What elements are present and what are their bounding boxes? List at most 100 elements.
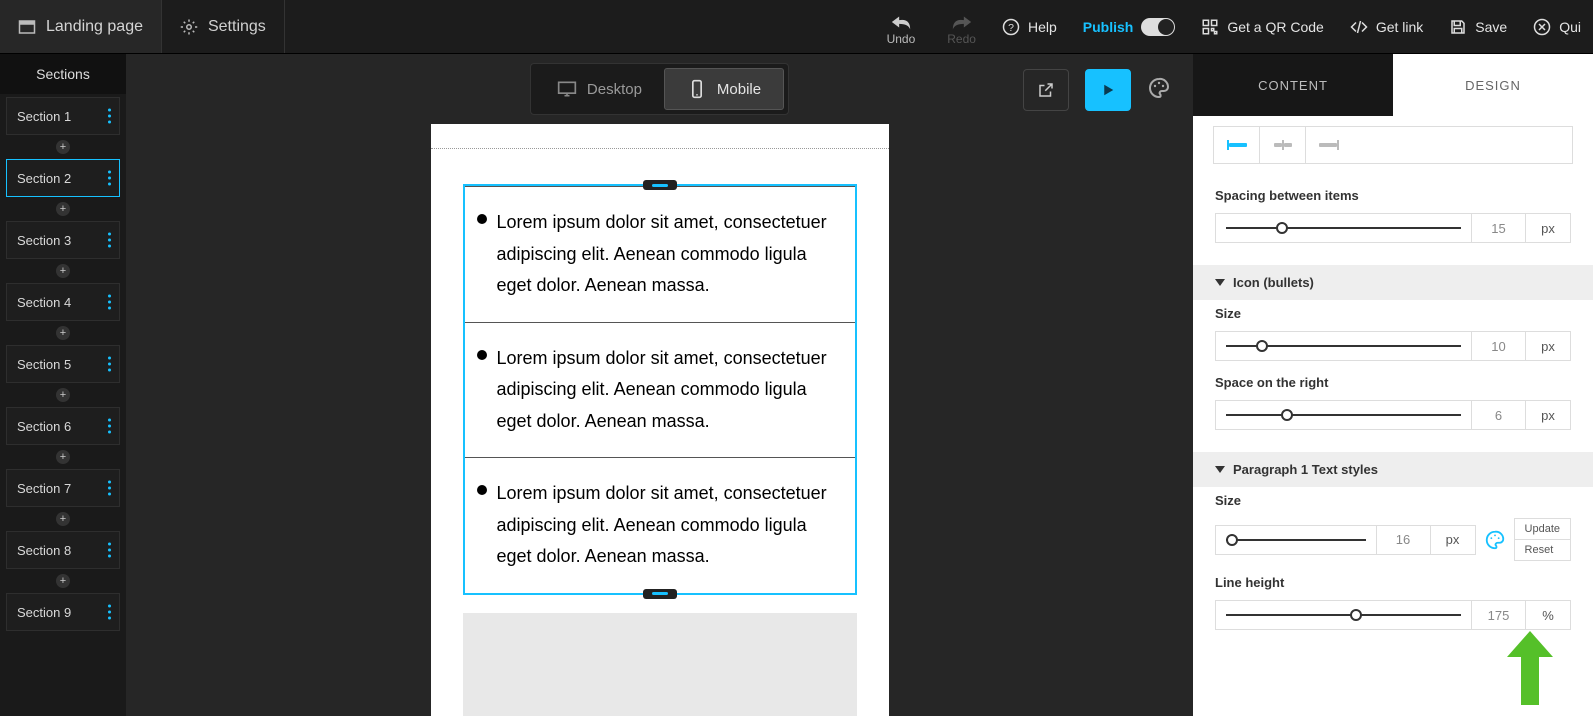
space-right-unit[interactable]: px [1525,400,1571,430]
sidebar-item-section-2[interactable]: Section 2 [6,159,120,197]
tab-design-label: DESIGN [1465,78,1521,93]
alignment-row [1213,126,1573,164]
add-section-button[interactable]: + [56,264,70,278]
sidebar-item-section-9[interactable]: Section 9 [6,593,120,631]
device-mobile-button[interactable]: Mobile [664,68,784,110]
undo-icon [890,14,912,30]
sidebar-item-section-3[interactable]: Section 3 [6,221,120,259]
device-desktop-button[interactable]: Desktop [535,68,664,110]
resize-handle-bottom[interactable] [643,589,677,599]
close-icon [1533,18,1551,36]
align-center-button[interactable] [1260,127,1306,163]
add-section-button[interactable]: + [56,388,70,402]
top-actions: Undo Redo ? Help Publish Get a QR Code G… [887,0,1593,53]
publish-toggle[interactable] [1141,18,1175,36]
more-icon[interactable] [108,171,111,186]
more-icon[interactable] [108,233,111,248]
qr-code-button[interactable]: Get a QR Code [1201,18,1324,36]
text-size-slider[interactable] [1215,525,1376,555]
tab-landing-page[interactable]: Landing page [0,0,162,53]
more-icon[interactable] [108,109,111,124]
section-label: Section 2 [17,171,71,186]
annotation-arrow [1503,627,1557,712]
save-label: Save [1475,19,1507,35]
update-button[interactable]: Update [1515,519,1570,540]
size-slider[interactable] [1215,331,1471,361]
line-height-label: Line height [1193,569,1593,600]
tab-landing-page-label: Landing page [46,18,143,36]
section-label: Section 8 [17,543,71,558]
tab-design[interactable]: DESIGN [1393,54,1593,116]
add-section-button[interactable]: + [56,326,70,340]
align-left-button[interactable] [1214,127,1260,163]
spacing-unit[interactable]: px [1525,213,1571,243]
more-icon[interactable] [108,605,111,620]
line-height-input[interactable]: 175 [1471,600,1525,630]
add-section-button[interactable]: + [56,140,70,154]
more-icon[interactable] [108,357,111,372]
tab-content[interactable]: CONTENT [1193,54,1393,116]
theme-palette-button[interactable] [1147,76,1171,105]
group-icon-bullets[interactable]: Icon (bullets) [1193,265,1593,300]
quit-label: Qui [1559,19,1581,35]
global-style-icon[interactable] [1484,529,1506,551]
list-item[interactable]: Lorem ipsum dolor sit amet, consectetuer… [465,457,855,593]
save-icon [1449,18,1467,36]
list-item[interactable]: Lorem ipsum dolor sit amet, consectetuer… [465,186,855,322]
resize-handle-top[interactable] [643,180,677,190]
open-external-button[interactable] [1023,69,1069,111]
list-item-text: Lorem ipsum dolor sit amet, consectetuer… [497,343,843,438]
sidebar-item-section-8[interactable]: Section 8 [6,531,120,569]
line-height-unit[interactable]: % [1525,600,1571,630]
redo-label: Redo [947,32,976,46]
sidebar-item-section-1[interactable]: Section 1 [6,97,120,135]
size-input[interactable]: 10 [1471,331,1525,361]
line-height-slider[interactable] [1215,600,1471,630]
add-section-button[interactable]: + [56,512,70,526]
redo-button[interactable]: Redo [947,14,976,46]
sidebar-item-section-6[interactable]: Section 6 [6,407,120,445]
svg-text:?: ? [1008,21,1014,33]
add-section-button[interactable]: + [56,450,70,464]
device-desktop-label: Desktop [587,81,642,98]
size-unit[interactable]: px [1525,331,1571,361]
quit-button[interactable]: Qui [1533,18,1581,36]
more-icon[interactable] [108,419,111,434]
text-size-input[interactable]: 16 [1376,525,1430,555]
sidebar-item-section-5[interactable]: Section 5 [6,345,120,383]
more-icon[interactable] [108,295,111,310]
sidebar-title: Sections [0,54,126,94]
selected-list-block[interactable]: Lorem ipsum dolor sit amet, consectetuer… [463,184,857,595]
list-item[interactable]: Lorem ipsum dolor sit amet, consectetuer… [465,322,855,458]
tab-settings-label: Settings [208,18,266,36]
save-button[interactable]: Save [1449,18,1507,36]
spacing-input[interactable]: 15 [1471,213,1525,243]
text-size-unit[interactable]: px [1430,525,1476,555]
spacing-slider[interactable] [1215,213,1471,243]
section-label: Section 3 [17,233,71,248]
sidebar-item-section-7[interactable]: Section 7 [6,469,120,507]
sidebar-item-section-4[interactable]: Section 4 [6,283,120,321]
help-label: Help [1028,19,1057,35]
help-link[interactable]: ? Help [1002,18,1057,36]
reset-button[interactable]: Reset [1515,540,1570,560]
section-label: Section 7 [17,481,71,496]
add-section-button[interactable]: + [56,574,70,588]
group-paragraph-text-styles[interactable]: Paragraph 1 Text styles [1193,452,1593,487]
undo-button[interactable]: Undo [887,14,916,46]
section-label: Section 4 [17,295,71,310]
undo-label: Undo [887,32,916,46]
tab-settings[interactable]: Settings [162,0,285,53]
preview-play-button[interactable] [1085,69,1131,111]
get-link-button[interactable]: Get link [1350,18,1423,36]
more-icon[interactable] [108,543,111,558]
section-label: Section 1 [17,109,71,124]
more-icon[interactable] [108,481,111,496]
publish-button[interactable]: Publish [1083,18,1176,36]
add-section-button[interactable]: + [56,202,70,216]
play-icon [1099,81,1117,99]
align-right-button[interactable] [1306,127,1352,163]
spacing-label: Spacing between items [1193,182,1593,213]
space-right-input[interactable]: 6 [1471,400,1525,430]
space-right-slider[interactable] [1215,400,1471,430]
